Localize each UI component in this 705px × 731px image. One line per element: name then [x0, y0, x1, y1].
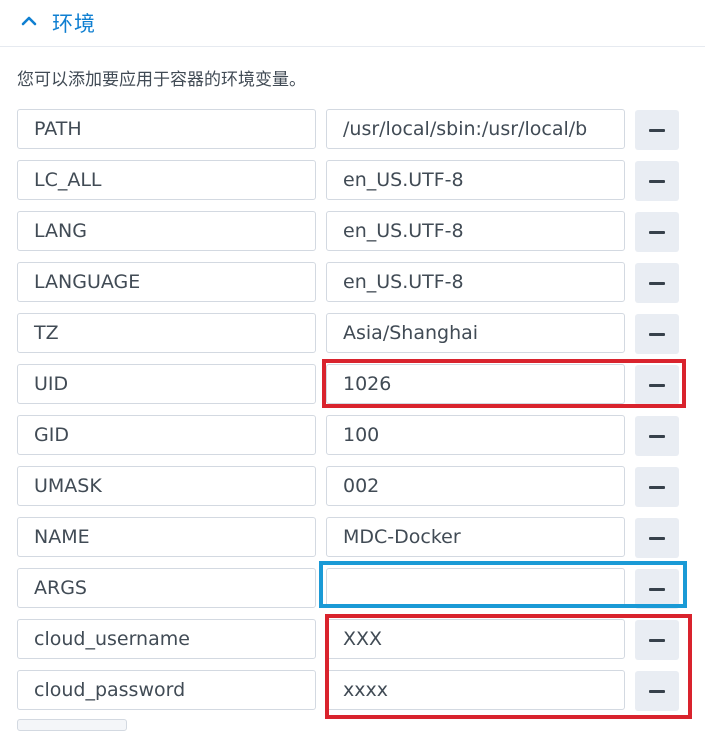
env-var-row: NAME MDC-Docker: [0, 517, 705, 559]
minus-icon: [649, 587, 665, 591]
minus-icon: [649, 230, 665, 234]
env-value-input[interactable]: XXX: [326, 619, 625, 659]
minus-icon: [649, 434, 665, 438]
minus-icon: [649, 179, 665, 183]
env-key-input[interactable]: ARGS: [17, 568, 316, 608]
env-key-input[interactable]: UID: [17, 364, 316, 404]
env-value-input[interactable]: [326, 568, 625, 608]
env-key-input[interactable]: UMASK: [17, 466, 316, 506]
remove-env-button[interactable]: [635, 569, 679, 609]
minus-icon: [649, 638, 665, 642]
env-value-input[interactable]: 1026: [326, 364, 625, 404]
remove-env-button[interactable]: [635, 467, 679, 507]
add-env-button[interactable]: [17, 719, 127, 731]
env-key-input[interactable]: GID: [17, 415, 316, 455]
remove-env-button[interactable]: [635, 110, 679, 150]
env-value-input[interactable]: en_US.UTF-8: [326, 262, 625, 302]
section-description: 您可以添加要应用于容器的环境变量。: [17, 70, 306, 90]
minus-icon: [649, 281, 665, 285]
remove-env-button[interactable]: [635, 212, 679, 252]
env-value-input[interactable]: 100: [326, 415, 625, 455]
env-var-row: LANGUAGE en_US.UTF-8: [0, 262, 705, 304]
minus-icon: [649, 383, 665, 387]
remove-env-button[interactable]: [635, 416, 679, 456]
env-var-row: cloud_password xxxx: [0, 670, 705, 712]
env-value-input[interactable]: /usr/local/sbin:/usr/local/b: [326, 109, 625, 149]
minus-icon: [649, 332, 665, 336]
env-key-input[interactable]: PATH: [17, 109, 316, 149]
env-value-input[interactable]: 002: [326, 466, 625, 506]
env-value-input[interactable]: xxxx: [326, 670, 625, 710]
minus-icon: [649, 485, 665, 489]
env-var-row: ARGS: [0, 568, 705, 610]
env-key-input[interactable]: cloud_username: [17, 619, 316, 659]
chevron-up-icon[interactable]: [20, 14, 38, 28]
env-key-input[interactable]: NAME: [17, 517, 316, 557]
env-value-input[interactable]: en_US.UTF-8: [326, 211, 625, 251]
env-var-row: cloud_username XXX: [0, 619, 705, 661]
section-title: 环境: [52, 12, 96, 36]
remove-env-button[interactable]: [635, 365, 679, 405]
env-var-row: UID 1026: [0, 364, 705, 406]
minus-icon: [649, 128, 665, 132]
env-var-row: TZ Asia/Shanghai: [0, 313, 705, 355]
minus-icon: [649, 689, 665, 693]
env-value-input[interactable]: Asia/Shanghai: [326, 313, 625, 353]
env-key-input[interactable]: LANGUAGE: [17, 262, 316, 302]
env-value-input[interactable]: en_US.UTF-8: [326, 160, 625, 200]
remove-env-button[interactable]: [635, 518, 679, 558]
section-header[interactable]: 环境: [0, 0, 705, 47]
env-value-input[interactable]: MDC-Docker: [326, 517, 625, 557]
remove-env-button[interactable]: [635, 263, 679, 303]
env-key-input[interactable]: LC_ALL: [17, 160, 316, 200]
env-var-row: UMASK 002: [0, 466, 705, 508]
env-key-input[interactable]: TZ: [17, 313, 316, 353]
env-var-row: LC_ALL en_US.UTF-8: [0, 160, 705, 202]
remove-env-button[interactable]: [635, 671, 679, 711]
env-key-input[interactable]: LANG: [17, 211, 316, 251]
env-var-row: PATH /usr/local/sbin:/usr/local/b: [0, 109, 705, 151]
remove-env-button[interactable]: [635, 314, 679, 354]
minus-icon: [649, 536, 665, 540]
remove-env-button[interactable]: [635, 620, 679, 660]
remove-env-button[interactable]: [635, 161, 679, 201]
env-var-row: GID 100: [0, 415, 705, 457]
env-key-input[interactable]: cloud_password: [17, 670, 316, 710]
env-var-row: LANG en_US.UTF-8: [0, 211, 705, 253]
